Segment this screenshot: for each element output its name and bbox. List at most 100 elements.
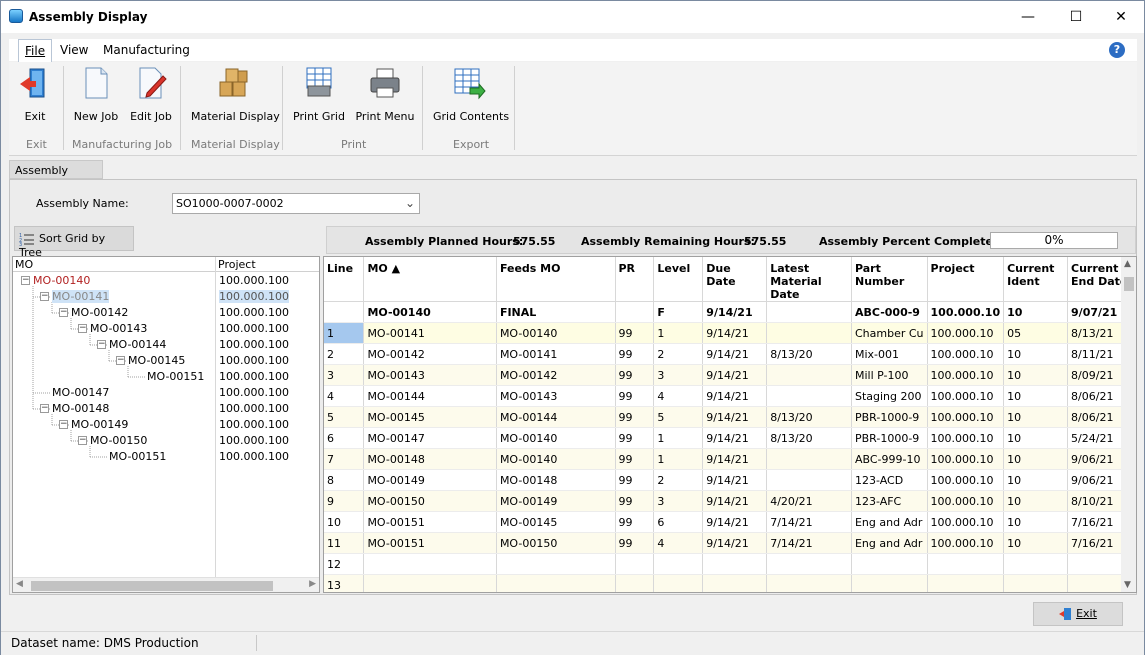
grid-cell[interactable]: 2: [653, 469, 704, 491]
grid-cell[interactable]: 10: [1003, 532, 1069, 554]
grid-cell[interactable]: 10: [1003, 385, 1069, 407]
grid-cell[interactable]: MO-00142: [496, 364, 616, 386]
grid-cell[interactable]: MO-00148: [363, 448, 497, 470]
edit-job-button[interactable]: Edit Job: [127, 66, 175, 123]
grid-column-header[interactable]: Level: [653, 257, 704, 302]
grid-cell[interactable]: 99: [615, 532, 655, 554]
grid-column-header[interactable]: Current Ident: [1003, 257, 1069, 302]
grid-cell[interactable]: MO-00142: [363, 343, 497, 365]
tree-node[interactable]: MO-00148 100.000.100 −: [13, 401, 319, 417]
grid-column-header[interactable]: MO ▲: [363, 257, 497, 302]
grid-cell[interactable]: 9/14/21: [702, 511, 768, 533]
exit-ribbon-button[interactable]: Exit: [17, 66, 53, 123]
menu-manufacturing[interactable]: Manufacturing: [103, 43, 190, 57]
scroll-down-icon[interactable]: ▼: [1124, 580, 1131, 590]
grid-cell[interactable]: 10: [1003, 406, 1069, 428]
grid-line-cell[interactable]: 7: [324, 448, 365, 470]
grid-cell[interactable]: [766, 385, 852, 407]
grid-cell[interactable]: 6: [653, 511, 704, 533]
tree-node[interactable]: MO-00151 100.000.100: [13, 369, 319, 385]
grid-cell[interactable]: [851, 574, 928, 592]
assembly-grid[interactable]: Line MO ▲ Feeds MO PR Level Due Date Latest Ma…: [323, 256, 1137, 593]
grid-cell[interactable]: 99: [615, 490, 655, 512]
table-row[interactable]: 8 MO-00149 MO-00148 99 2 9/14/21 123-ACD 100.00…: [324, 469, 1136, 491]
grid-line-cell[interactable]: 9: [324, 490, 365, 512]
grid-cell[interactable]: MO-00141: [363, 322, 497, 344]
grid-line-cell[interactable]: 6: [324, 427, 365, 449]
grid-cell[interactable]: Staging 200: [851, 385, 928, 407]
grid-summary-row[interactable]: MO-00140 FINAL F 9/14/21 ABC-000-9 100.000.10…: [324, 301, 1136, 323]
table-row[interactable]: 2 MO-00142 MO-00141 99 2 9/14/21 8/13/20 Mix-00…: [324, 343, 1136, 365]
grid-cell[interactable]: [363, 574, 497, 592]
grid-column-header[interactable]: PR: [615, 257, 655, 302]
grid-cell[interactable]: Mix-001: [851, 343, 928, 365]
tree-collapse-icon[interactable]: −: [78, 324, 87, 333]
grid-cell[interactable]: Mill P-100: [851, 364, 928, 386]
tree-node[interactable]: MO-00140 100.000.100 −: [13, 273, 319, 289]
menu-file[interactable]: File: [18, 39, 53, 62]
grid-cell[interactable]: 123-AFC: [851, 490, 928, 512]
tree-node[interactable]: MO-00142 100.000.100 −: [13, 305, 319, 321]
grid-cell[interactable]: 9/14/21: [702, 490, 768, 512]
grid-cell[interactable]: 05: [1003, 322, 1069, 344]
grid-cell[interactable]: [496, 553, 616, 575]
grid-cell[interactable]: 10: [1003, 364, 1069, 386]
tree-collapse-icon[interactable]: −: [21, 276, 30, 285]
grid-line-cell[interactable]: 10: [324, 511, 365, 533]
table-row[interactable]: 9 MO-00150 MO-00149 99 3 9/14/21 4/20/21 123-AF…: [324, 490, 1136, 512]
scrollbar-thumb[interactable]: [31, 581, 273, 591]
grid-cell[interactable]: FINAL: [496, 301, 616, 323]
tree-node[interactable]: MO-00145 100.000.100 −: [13, 353, 319, 369]
grid-cell[interactable]: [766, 574, 852, 592]
grid-cell[interactable]: MO-00145: [363, 406, 497, 428]
grid-cell[interactable]: [766, 322, 852, 344]
tree-node[interactable]: MO-00141 100.000.100 −: [13, 289, 319, 305]
grid-cell[interactable]: 1: [653, 322, 704, 344]
grid-cell[interactable]: 99: [615, 448, 655, 470]
grid-line-cell[interactable]: 12: [324, 553, 365, 575]
grid-cell[interactable]: MO-00140: [363, 301, 497, 323]
grid-cell[interactable]: 100.000.10: [927, 406, 1005, 428]
grid-cell[interactable]: 100.000.10: [927, 490, 1005, 512]
table-row[interactable]: 11 MO-00151 MO-00150 99 4 9/14/21 7/14/21 Eng a…: [324, 532, 1136, 554]
material-display-button[interactable]: Material Display: [191, 66, 280, 123]
grid-cell[interactable]: 99: [615, 406, 655, 428]
grid-cell[interactable]: 8/13/20: [766, 343, 852, 365]
grid-column-header[interactable]: Line: [324, 257, 365, 302]
grid-cell[interactable]: Chamber Cu: [851, 322, 928, 344]
print-menu-button[interactable]: Print Menu: [355, 66, 415, 123]
menu-view[interactable]: View: [60, 43, 88, 57]
tree-node[interactable]: MO-00150 100.000.100 −: [13, 433, 319, 449]
grid-cell[interactable]: PBR-1000-9: [851, 406, 928, 428]
grid-cell[interactable]: [766, 301, 852, 323]
grid-cell[interactable]: 1: [653, 427, 704, 449]
grid-cell[interactable]: 10: [1003, 490, 1069, 512]
grid-cell[interactable]: [766, 469, 852, 491]
grid-cell[interactable]: 7/14/21: [766, 532, 852, 554]
grid-cell[interactable]: 99: [615, 385, 655, 407]
grid-cell[interactable]: [766, 553, 852, 575]
grid-column-header[interactable]: Part Number: [851, 257, 928, 302]
grid-cell[interactable]: MO-00140: [496, 322, 616, 344]
table-row[interactable]: 12: [324, 553, 1136, 575]
grid-column-header[interactable]: Feeds MO: [496, 257, 616, 302]
grid-cell[interactable]: 100.000.10: [927, 322, 1005, 344]
grid-cell[interactable]: [653, 553, 704, 575]
grid-cell[interactable]: 100.000.10: [927, 532, 1005, 554]
grid-cell[interactable]: F: [653, 301, 704, 323]
grid-cell[interactable]: 100.000.10: [927, 364, 1005, 386]
grid-cell[interactable]: 9/14/21: [702, 427, 768, 449]
grid-cell[interactable]: MO-00149: [496, 490, 616, 512]
grid-line-cell[interactable]: 13: [324, 574, 365, 592]
grid-cell[interactable]: [324, 301, 365, 323]
grid-cell[interactable]: 99: [615, 343, 655, 365]
grid-cell[interactable]: Eng and Adr: [851, 511, 928, 533]
grid-cell[interactable]: [1003, 574, 1069, 592]
grid-cell[interactable]: 1: [653, 448, 704, 470]
grid-cell[interactable]: [702, 574, 768, 592]
grid-cell[interactable]: [1003, 553, 1069, 575]
mo-tree[interactable]: MO Project MO-00140 100.000.100− MO-00141 1…: [12, 256, 320, 593]
tree-node[interactable]: MO-00149 100.000.100 −: [13, 417, 319, 433]
grid-cell[interactable]: [702, 553, 768, 575]
grid-cell[interactable]: MO-00143: [363, 364, 497, 386]
